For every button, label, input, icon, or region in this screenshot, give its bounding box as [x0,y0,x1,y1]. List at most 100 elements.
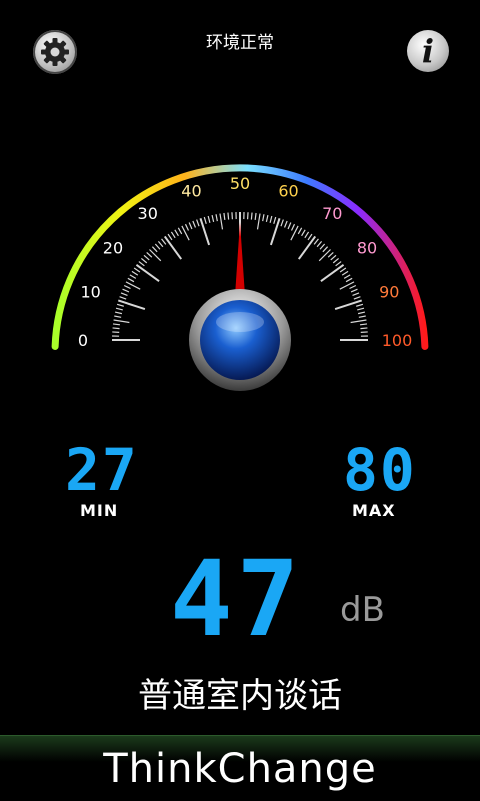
gauge-tick [114,316,121,317]
gauge-tick [113,324,120,325]
brand-logo: ThinkChange [0,746,480,792]
max-value-text: 80 [343,438,417,498]
gauge-tick [344,275,350,279]
gauge-tick [285,221,288,228]
gauge-tick [116,308,123,310]
gauge-tick [305,232,309,238]
gauge-tick [336,262,342,266]
gauge-label: 50 [230,174,250,193]
gauge-tick [288,223,291,229]
gauge-tick [271,218,280,245]
gauge-tick [349,286,355,289]
gauge-tick [331,255,336,260]
gauge-tick [263,214,264,221]
gauge-tick [182,226,189,240]
info-icon: i [407,32,449,70]
gauge-tick [152,247,157,252]
gauge-tick [193,221,196,228]
gauge-tick [155,244,160,249]
gauge-tick [204,217,206,224]
gauge-tick [186,224,189,230]
gauge-label: 20 [103,239,123,258]
sound-gauge: 0102030405060708090100 [0,130,480,400]
gauge-tick [132,271,138,275]
gauge-label: 40 [181,182,201,201]
gauge-tick [197,220,199,227]
gauge-tick [351,320,367,323]
footer-bar: ThinkChange [0,735,480,801]
gauge-tick [299,236,315,259]
gauge-tick [134,268,140,272]
gauge-label: 70 [322,204,342,223]
gauge-tick [320,244,325,249]
min-value-text: 27 [65,438,139,498]
gauge-tick [335,300,362,309]
gauge-tick [168,234,172,240]
gauge-tick [114,320,130,323]
gauge-tick [200,218,209,245]
settings-button[interactable] [33,30,77,74]
gauge-tick [171,232,175,238]
gauge-tick [321,265,344,281]
gauge-tick [147,252,152,257]
decibel-value-text: 47 [170,545,303,645]
gauge-tick [144,255,149,260]
gauge-tick [342,271,348,275]
gauge-tick [319,249,330,260]
gauge-label: 10 [81,282,101,301]
gauge-tick [216,214,217,221]
gauge-tick [298,228,301,234]
gauge-tick [118,300,145,309]
top-bar: 环境正常 i [0,0,480,90]
gauge-tick [121,293,128,296]
gauge-tick [141,258,146,262]
gauge-tick [117,304,124,306]
gauge-tick [208,216,210,223]
gauge-tick [123,289,129,292]
info-button[interactable]: i [407,30,449,72]
gauge-tick [333,258,338,262]
gauge-label: 100 [382,331,413,350]
gauge-tick [149,249,160,260]
gauge-tick [162,239,166,245]
gauge-tick [113,328,120,329]
gauge-tick [353,293,360,296]
gauge-tick [178,228,181,234]
gauge-tick [357,308,364,310]
max-label: MAX [352,501,396,520]
gauge-tick [302,230,306,236]
gauge-tick [360,324,367,325]
gauge-tick [255,213,256,220]
gauge-tick [292,224,295,230]
gauge-tick [115,312,122,314]
gauge-label: 0 [78,331,88,350]
gauge-tick [314,239,318,245]
gauge-tick [228,213,229,220]
gauge-tick [340,268,346,272]
gauge-tick [270,216,272,223]
decibel-value: 47 [170,545,320,645]
status-text: 环境正常 [140,28,340,53]
gauge-tick [359,316,366,317]
gauge-tick [356,304,363,306]
gauge-tick [136,265,159,281]
gauge-tick [220,214,223,230]
gauge-tick [120,297,127,299]
gauge-tick [308,234,312,240]
gauge-tick [274,217,276,224]
gauge-tick [212,215,214,222]
gauge-label: 60 [278,182,298,201]
gauge-tick [358,312,365,314]
gauge-tick [360,328,367,329]
gauge-tick [340,282,354,289]
gauge-tick [291,226,298,240]
gauge-tick [258,214,261,230]
gauge-tick [189,223,192,229]
gear-icon [39,36,71,68]
noise-description: 普通室内谈话 [0,668,480,717]
gauge-label: 90 [379,282,399,301]
gauge-tick [130,275,136,279]
gauge-tick [124,286,130,289]
gauge-tick [139,262,145,266]
gauge-tick [126,282,140,289]
